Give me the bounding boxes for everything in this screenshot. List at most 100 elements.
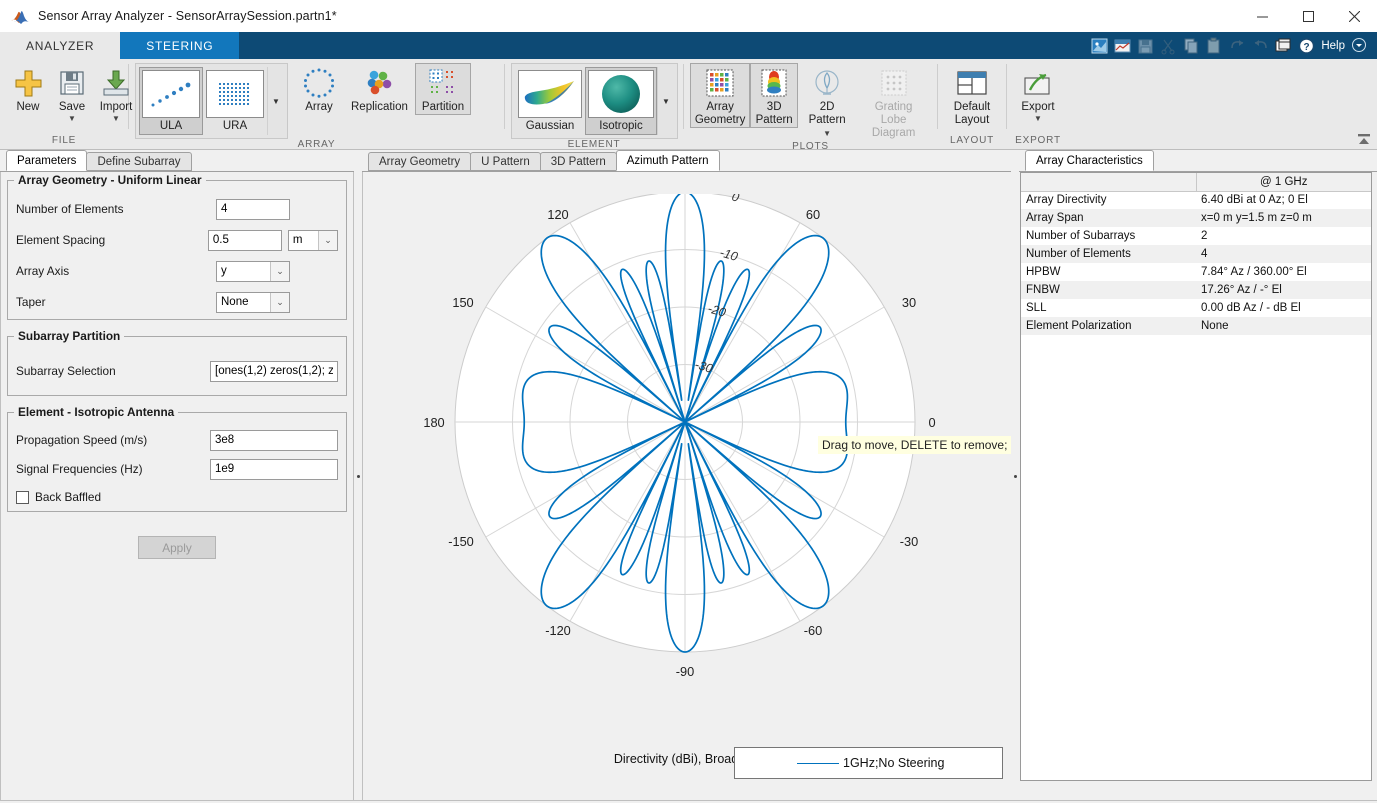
angular-tick-m90: -90 — [676, 664, 695, 679]
array-axis-label: Array Axis — [16, 264, 216, 278]
tab-define-subarray[interactable]: Define Subarray — [86, 152, 191, 171]
table-row[interactable]: SLL 0.00 dB Az / - dB El — [1021, 299, 1371, 317]
tab-steering[interactable]: STEERING — [120, 32, 239, 59]
export-label: Export — [1021, 101, 1054, 114]
row-value: 0.00 dB Az / - dB El — [1196, 299, 1371, 317]
table-row[interactable]: Array Directivity 6.40 dBi at 0 Az; 0 El — [1021, 191, 1371, 209]
tab-analyzer[interactable]: ANALYZER — [0, 32, 120, 59]
right-splitter[interactable] — [1011, 150, 1019, 803]
isotropic-tile[interactable]: Isotropic — [585, 67, 657, 135]
table-row[interactable]: FNBW 17.26° Az / -° El — [1021, 281, 1371, 299]
pattern3d-icon — [759, 67, 789, 99]
subarray-selection-input[interactable] — [210, 361, 338, 382]
center-panel: Array Geometry U Pattern 3D Pattern Azim… — [362, 150, 1013, 803]
field-subarray-selection: Subarray Selection — [16, 357, 338, 385]
tab-u-pattern[interactable]: U Pattern — [470, 152, 541, 171]
chevron-down-icon: ⌄ — [318, 231, 337, 250]
save-button[interactable]: Save ▼ — [50, 63, 94, 123]
new-button[interactable]: New — [6, 63, 50, 115]
gaussian-thumbnail — [518, 70, 582, 118]
partition-button[interactable]: Partition — [415, 63, 471, 115]
table-row[interactable]: Element Polarization None — [1021, 317, 1371, 335]
chevron-down-icon[interactable]: ▼ — [823, 129, 831, 138]
table-header-row: @ 1 GHz — [1021, 173, 1371, 191]
chevron-down-icon[interactable]: ▼ — [112, 115, 120, 122]
gaussian-tile[interactable]: Gaussian — [515, 67, 585, 135]
apply-button[interactable]: Apply — [138, 536, 216, 559]
layout-icon[interactable] — [1112, 36, 1133, 56]
maximize-button[interactable] — [1285, 0, 1331, 32]
element-gallery-more-button[interactable]: ▼ — [657, 67, 674, 135]
element-spacing-unit-select[interactable]: m ⌄ — [288, 230, 338, 251]
azimuth-polar-plot[interactable]: Azimuth Cut (elevation angle = 0.0°) — [362, 172, 1013, 803]
pattern2d-icon — [812, 67, 842, 99]
plus-icon — [13, 67, 44, 99]
array-button[interactable]: Array — [294, 63, 344, 115]
ula-tile[interactable]: ULA — [139, 67, 203, 135]
grating-lobe-button[interactable]: Grating LobeDiagram — [856, 63, 931, 141]
propagation-speed-input[interactable] — [210, 430, 338, 451]
tab-azimuth-pattern[interactable]: Azimuth Pattern — [616, 150, 720, 171]
ribbon-group-file: New Save ▼ — [0, 59, 128, 149]
table-row[interactable]: HPBW 7.84° Az / 360.00° El — [1021, 263, 1371, 281]
array-axis-select[interactable]: y ⌄ — [216, 261, 290, 282]
field-element-spacing: Element Spacing m ⌄ — [16, 226, 338, 254]
array-characteristics-table-wrap: @ 1 GHz Array Directivity 6.40 dBi at 0 … — [1020, 172, 1372, 781]
help-label[interactable]: Help — [1321, 40, 1345, 52]
tab-array-geometry[interactable]: Array Geometry — [368, 152, 471, 171]
plot-tabs: Array Geometry U Pattern 3D Pattern Azim… — [362, 150, 1013, 172]
array-geometry-label: ArrayGeometry — [695, 101, 746, 127]
plot-legend[interactable]: 1GHz;No Steering — [734, 747, 1003, 779]
chevron-down-icon[interactable] — [1350, 36, 1371, 56]
ribbon-collapse-button[interactable] — [1355, 131, 1373, 147]
signal-frequencies-input[interactable] — [210, 459, 338, 480]
left-splitter[interactable] — [354, 150, 362, 803]
back-baffled-checkbox[interactable] — [16, 491, 29, 504]
tab-azimuth-pattern-label: Azimuth Pattern — [627, 155, 709, 167]
back-baffled-row[interactable]: Back Baffled — [16, 486, 338, 508]
application-window: Sensor Array Analyzer - SensorArraySessi… — [0, 0, 1377, 803]
table-row[interactable]: Array Span x=0 m y=1.5 m z=0 m — [1021, 209, 1371, 227]
tab-parameters[interactable]: Parameters — [6, 150, 87, 171]
close-button[interactable] — [1331, 0, 1377, 32]
apply-row: Apply — [1, 536, 353, 559]
replication-icon — [363, 67, 395, 99]
paste-icon — [1204, 36, 1225, 56]
datatip-annotation[interactable]: Drag to move, DELETE to remove; — [818, 436, 1011, 454]
number-of-elements-input[interactable] — [216, 199, 290, 220]
table-row[interactable]: Number of Elements 4 — [1021, 245, 1371, 263]
table-row[interactable]: Number of Subarrays 2 — [1021, 227, 1371, 245]
chevron-down-icon[interactable]: ▼ — [68, 115, 76, 122]
array-gallery-more-button[interactable]: ▼ — [267, 67, 284, 135]
export-button[interactable]: Export ▼ — [1014, 63, 1061, 123]
array-axis-value: y — [221, 265, 227, 277]
parameters-form: Array Geometry - Uniform Linear Number o… — [0, 172, 354, 803]
row-key: Number of Elements — [1021, 245, 1196, 263]
angular-tick-150: 150 — [452, 295, 473, 310]
default-layout-button[interactable]: DefaultLayout — [947, 63, 997, 128]
replication-button[interactable]: Replication — [344, 63, 415, 115]
save-icon — [1135, 36, 1156, 56]
row-value: 7.84° Az / 360.00° El — [1196, 263, 1371, 281]
svg-text:?: ? — [1304, 42, 1310, 53]
element-spacing-input[interactable] — [208, 230, 282, 251]
windows-icon[interactable] — [1273, 36, 1294, 56]
ura-tile[interactable]: URA — [203, 67, 267, 135]
angular-tick-60: 60 — [806, 207, 820, 222]
taper-select[interactable]: None ⌄ — [216, 292, 290, 313]
3d-pattern-label: 3DPattern — [756, 101, 793, 127]
3d-pattern-button[interactable]: 3DPattern — [750, 63, 798, 128]
angular-tick-m60: -60 — [804, 623, 823, 638]
2d-pattern-button[interactable]: 2DPattern ▼ — [798, 63, 856, 141]
help-circle-icon[interactable]: ? — [1296, 36, 1317, 56]
plot-icon[interactable] — [1089, 36, 1110, 56]
tab-array-characteristics[interactable]: Array Characteristics — [1025, 150, 1154, 171]
right-panel-tabs: Array Characteristics — [1019, 150, 1377, 172]
array-geometry-button[interactable]: ArrayGeometry — [690, 63, 750, 128]
tab-3d-pattern[interactable]: 3D Pattern — [540, 152, 617, 171]
partition-label: Partition — [422, 101, 464, 114]
minimize-button[interactable] — [1239, 0, 1285, 32]
partition-icon — [428, 67, 458, 99]
chevron-down-icon[interactable]: ▼ — [1034, 115, 1042, 122]
import-icon — [101, 67, 131, 99]
